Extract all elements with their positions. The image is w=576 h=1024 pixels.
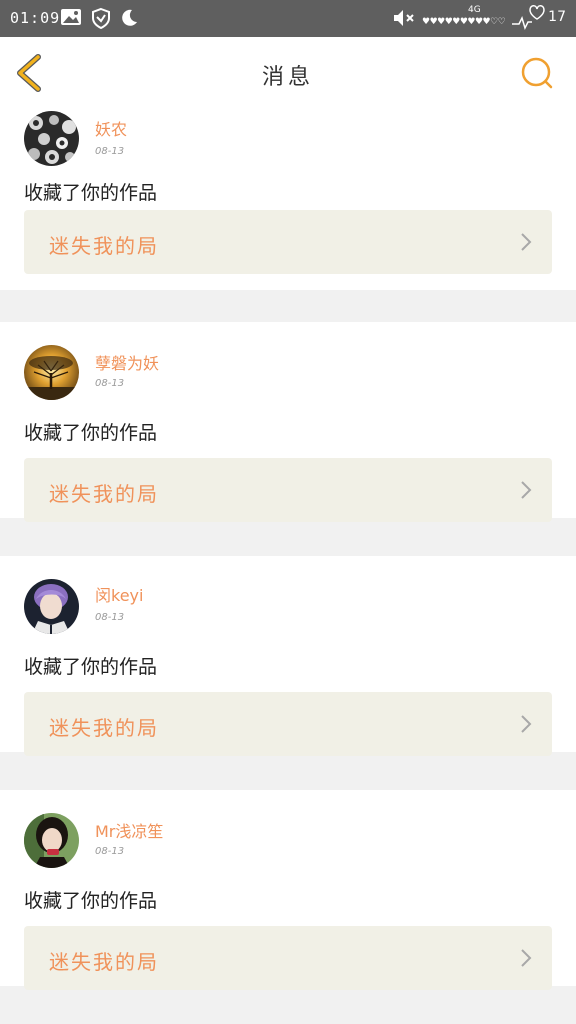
- message-action: 收藏了你的作品: [24, 656, 158, 678]
- chevron-right-icon: [521, 481, 532, 499]
- gallery-icon: [60, 7, 82, 31]
- battery-level: 17: [548, 9, 566, 25]
- work-link[interactable]: 迷失我的局: [24, 692, 552, 756]
- username[interactable]: 孽磐为妖: [95, 350, 159, 374]
- page-title: 消息: [261, 65, 314, 90]
- work-title: 迷失我的局: [49, 234, 159, 258]
- message-date: 08-13: [95, 378, 125, 389]
- username[interactable]: Mr浅凉笙: [95, 818, 163, 842]
- chevron-right-icon: [521, 949, 532, 967]
- chevron-right-icon: [521, 233, 532, 251]
- network-indicator: 4G: [468, 5, 481, 15]
- search-button[interactable]: [520, 56, 554, 90]
- work-link[interactable]: 迷失我的局: [24, 210, 552, 274]
- work-link[interactable]: 迷失我的局: [24, 926, 552, 990]
- moon-icon: [118, 7, 140, 33]
- message-card: Mr浅凉笙 08-13 收藏了你的作品 迷失我的局: [0, 790, 576, 990]
- user-avatar[interactable]: [24, 111, 79, 166]
- work-title: 迷失我的局: [49, 950, 159, 974]
- mute-icon: [392, 7, 416, 33]
- chevron-right-icon: [521, 715, 532, 733]
- message-card: 孽磐为妖 08-13 收藏了你的作品 迷失我的局: [0, 322, 576, 522]
- message-card: 妖农 08-13 收藏了你的作品 迷失我的局: [0, 94, 576, 290]
- user-avatar[interactable]: [24, 345, 79, 400]
- status-time: 01:09: [10, 9, 61, 27]
- signal-hearts: ♥♥♥♥♥♥♥♥♥♡♡: [422, 17, 506, 27]
- status-bar: 01:09 4G ♥♥♥♥♥♥♥♥♥♡♡ 17: [0, 0, 576, 37]
- user-avatar[interactable]: [24, 579, 79, 634]
- message-action: 收藏了你的作品: [24, 182, 158, 204]
- work-title: 迷失我的局: [49, 716, 159, 740]
- message-card: 闵keyi 08-13 收藏了你的作品 迷失我的局: [0, 556, 576, 756]
- message-date: 08-13: [95, 846, 125, 857]
- message-date: 08-13: [95, 612, 125, 623]
- work-title: 迷失我的局: [49, 482, 159, 506]
- user-avatar[interactable]: [24, 813, 79, 868]
- message-action: 收藏了你的作品: [24, 422, 158, 444]
- shield-icon: [90, 7, 112, 33]
- heartbeat-icon: [510, 4, 548, 36]
- search-icon: [521, 57, 553, 89]
- username[interactable]: 妖农: [95, 116, 127, 140]
- message-action: 收藏了你的作品: [24, 890, 158, 912]
- username[interactable]: 闵keyi: [95, 582, 143, 606]
- message-date: 08-13: [95, 146, 125, 157]
- work-link[interactable]: 迷失我的局: [24, 458, 552, 522]
